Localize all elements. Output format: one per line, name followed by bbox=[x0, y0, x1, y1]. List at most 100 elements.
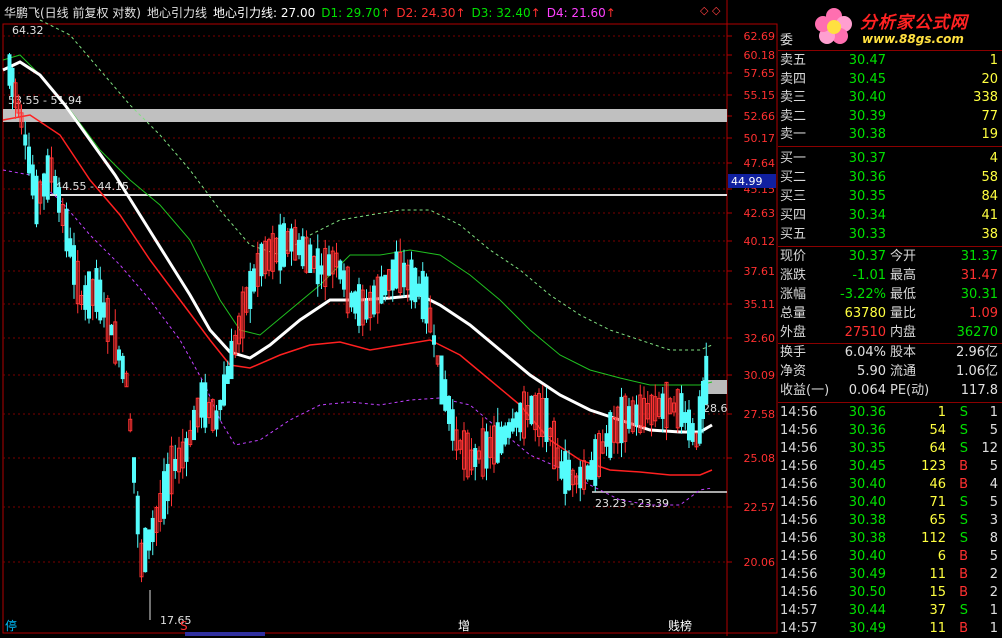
buy-price: 30.34 bbox=[848, 208, 886, 223]
candle-body bbox=[432, 335, 436, 345]
panel-separator bbox=[778, 402, 1002, 403]
candle-body bbox=[503, 425, 508, 445]
candle-body bbox=[199, 382, 204, 418]
candle-body bbox=[353, 291, 358, 314]
tick-volume: 6 bbox=[937, 549, 946, 564]
candle-body bbox=[443, 379, 448, 411]
bottom-event-marker: S bbox=[180, 619, 188, 633]
buy-price: 30.36 bbox=[848, 170, 886, 185]
stat-row: 外盘 27510 内盘 36270 bbox=[778, 324, 1000, 342]
buy-price: 30.33 bbox=[848, 227, 886, 242]
candle-body bbox=[507, 422, 511, 438]
candle-body bbox=[687, 409, 691, 441]
tick-volume: 123 bbox=[921, 459, 946, 474]
tick-time: 14:56 bbox=[780, 549, 818, 564]
tick-volume: 64 bbox=[929, 441, 946, 456]
buy-price: 30.35 bbox=[848, 189, 886, 204]
candle-body bbox=[64, 208, 69, 252]
candle-body bbox=[390, 259, 395, 291]
tick-price: 30.45 bbox=[848, 459, 886, 474]
candle-body bbox=[30, 164, 35, 196]
candle-body bbox=[683, 412, 688, 423]
candle-body bbox=[578, 466, 583, 489]
sell-volume: 338 bbox=[973, 90, 998, 105]
tick-volume: 71 bbox=[929, 495, 946, 510]
corner-icons[interactable]: ◇ ◇ bbox=[700, 4, 720, 17]
stat-label: 股本 bbox=[890, 345, 917, 360]
candle-body bbox=[364, 300, 369, 320]
tick-price: 30.44 bbox=[848, 603, 886, 618]
tick-side: S bbox=[959, 423, 968, 438]
bottom-event-marker: 贱榜 bbox=[668, 618, 692, 633]
candle-body bbox=[143, 527, 148, 573]
tick-time: 14:56 bbox=[780, 423, 818, 438]
tick-count: 5 bbox=[989, 495, 998, 510]
stat-label: PE(动) bbox=[890, 383, 930, 398]
candle-body bbox=[252, 268, 256, 292]
buy-volume: 38 bbox=[981, 227, 998, 242]
candle-body bbox=[42, 173, 46, 197]
tick-price: 30.40 bbox=[848, 495, 886, 510]
stat-value: 2.96亿 bbox=[956, 345, 998, 360]
candle-body bbox=[518, 402, 523, 433]
candle-body bbox=[514, 412, 519, 428]
tick-side: B bbox=[959, 585, 968, 600]
candle-body bbox=[357, 284, 361, 326]
sell-volume: 20 bbox=[981, 71, 998, 87]
tick-side: B bbox=[959, 477, 968, 492]
candle-body bbox=[342, 270, 346, 290]
d4-label: D4: 21.60 bbox=[546, 6, 606, 20]
candle-body bbox=[102, 302, 106, 318]
candle-body bbox=[559, 461, 564, 479]
price-tick-label: 30.09 bbox=[744, 369, 776, 382]
candle-body bbox=[450, 409, 455, 441]
flower-logo-icon bbox=[815, 8, 852, 44]
candle-body bbox=[165, 463, 170, 502]
candle-body bbox=[57, 187, 61, 213]
tick-count: 2 bbox=[989, 585, 998, 600]
sell-row: 卖二 30.39 77 bbox=[778, 108, 1000, 126]
stat-row: 总量 63780 量比 1.09 bbox=[778, 305, 1000, 323]
candle-body bbox=[192, 409, 196, 441]
candle-body bbox=[704, 355, 709, 405]
stat-label: 总量 bbox=[780, 306, 807, 321]
bottom-event-marker: 增 bbox=[458, 619, 470, 633]
price-tick-label: 20.06 bbox=[744, 556, 776, 569]
resistance-band bbox=[3, 109, 727, 122]
tick-row: 14:57 30.49 11 B 1 bbox=[778, 620, 1000, 638]
tick-time: 14:56 bbox=[780, 477, 818, 492]
price-tick-label: 40.12 bbox=[744, 235, 776, 248]
price-tick-label: 52.66 bbox=[744, 110, 776, 123]
price-annotation: 23.23 - 23.39 bbox=[595, 497, 669, 510]
buy-row: 买三 30.35 84 bbox=[778, 188, 1000, 206]
tick-time: 14:56 bbox=[780, 531, 818, 546]
tick-count: 5 bbox=[989, 423, 998, 438]
candle-body bbox=[278, 224, 283, 271]
candle-body bbox=[135, 495, 140, 535]
candle-body bbox=[379, 276, 384, 304]
candle-body bbox=[473, 448, 478, 467]
candle-body bbox=[225, 366, 230, 384]
tick-side: S bbox=[959, 531, 968, 546]
candle-body bbox=[23, 134, 28, 146]
sell-price: 30.45 bbox=[848, 71, 886, 87]
tick-side: B bbox=[959, 567, 968, 582]
tick-price: 30.38 bbox=[848, 531, 886, 546]
stat-value: 117.8 bbox=[960, 383, 998, 398]
tick-volume: 11 bbox=[929, 567, 946, 582]
candle-body bbox=[27, 146, 31, 174]
stat-label: 收益(一) bbox=[780, 383, 830, 398]
stat-row: 涨跌 -1.01 最高 31.47 bbox=[778, 267, 1000, 285]
candle-body bbox=[327, 254, 331, 276]
sell-label: 卖二 bbox=[780, 108, 807, 124]
tick-row: 14:56 30.36 1 S 1 bbox=[778, 404, 1000, 422]
sell-label: 卖四 bbox=[780, 71, 807, 87]
site-logo: 分析家公式网 www.88gs.com bbox=[800, 2, 1000, 52]
candle-body bbox=[222, 374, 226, 406]
stat-label: 换手 bbox=[780, 345, 807, 360]
buy-label: 买二 bbox=[780, 170, 807, 185]
d4-arrow: ↑ bbox=[605, 6, 616, 20]
tick-price: 30.50 bbox=[848, 585, 886, 600]
buy-row: 买二 30.36 58 bbox=[778, 169, 1000, 187]
tick-side: S bbox=[959, 495, 968, 510]
